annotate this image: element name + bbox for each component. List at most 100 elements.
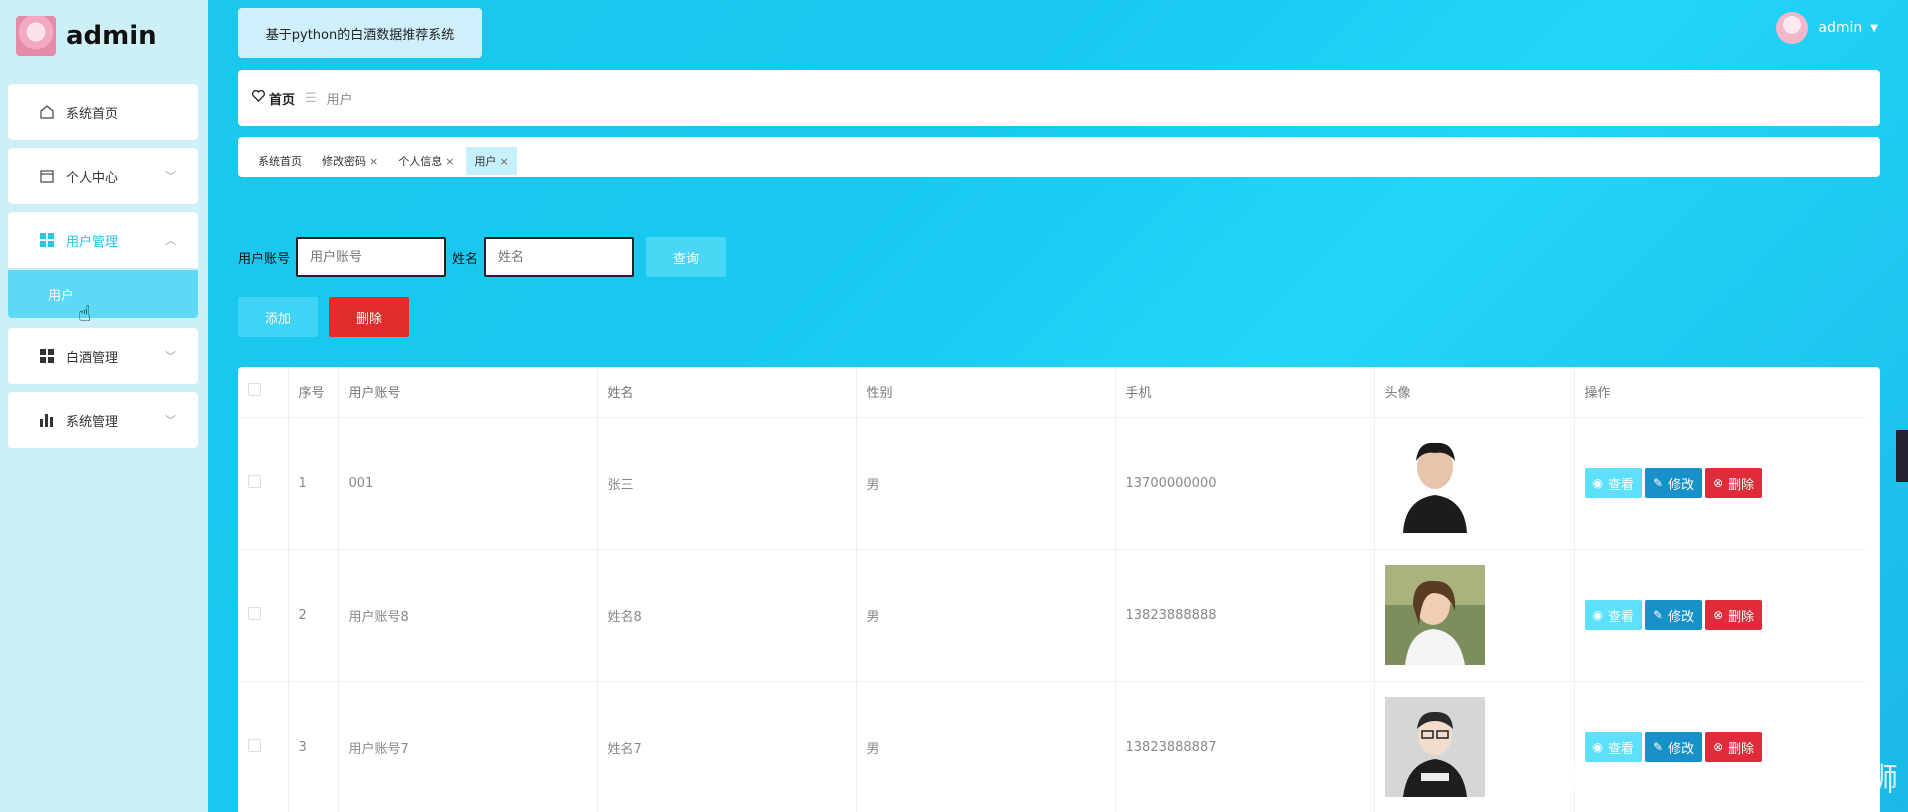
eye-icon: ◉ — [1592, 740, 1603, 754]
edit-button[interactable]: ✎ 修改 — [1645, 600, 1703, 630]
name-cell: 姓名7 — [597, 681, 857, 812]
tag-label: 修改密码 — [322, 155, 366, 168]
account-cell: 001 — [338, 417, 598, 550]
index-cell: 1 — [288, 417, 339, 550]
gender-cell: 男 — [856, 417, 1116, 550]
sidebar-item-user-management[interactable]: 用户管理 ︿ — [8, 212, 198, 268]
sidebar-item-home[interactable]: 系统首页 — [8, 84, 198, 140]
view-button[interactable]: ◉ 查看 — [1584, 600, 1642, 630]
sidebar-item-label: 系统管理 — [66, 414, 119, 430]
pencil-icon: ✎ — [1653, 608, 1664, 622]
breadcrumb-current: 用户 — [326, 92, 353, 108]
search-form: 用户账号 姓名 查询 — [238, 237, 727, 277]
grid-icon — [38, 231, 56, 249]
close-icon[interactable]: × — [369, 155, 378, 168]
column-header: 序号 — [288, 367, 339, 418]
pencil-icon: ✎ — [1653, 476, 1664, 490]
close-icon[interactable]: × — [499, 155, 508, 168]
delete-button[interactable]: ⊗ 删除 — [1705, 600, 1763, 630]
view-label: 查看 — [1607, 609, 1634, 625]
close-icon[interactable]: × — [445, 155, 454, 168]
delete-label: 删除 — [1728, 609, 1755, 625]
bar-chart-icon — [38, 411, 56, 429]
user-name: admin — [1818, 20, 1863, 36]
calendar-icon — [38, 167, 56, 185]
close-circle-icon: ⊗ — [1713, 608, 1724, 622]
sidebar-item-system-management[interactable]: 系统管理 ﹀ — [8, 392, 198, 448]
query-button[interactable]: 查询 — [646, 237, 727, 277]
sidebar-item-liquor-management[interactable]: 白酒管理 ﹀ — [8, 328, 198, 384]
user-table: 序号 用户账号 姓名 性别 手机 头像 操作 1 001 张三 男 137000… — [238, 367, 1880, 812]
avatar-cell — [1374, 549, 1575, 682]
user-menu[interactable]: admin ▼ — [1776, 12, 1878, 44]
user-avatar-photo — [1384, 433, 1485, 533]
edit-button[interactable]: ✎ 修改 — [1645, 468, 1703, 498]
tag-label: 用户 — [474, 155, 497, 168]
table-header-row: 序号 用户账号 姓名 性别 手机 头像 操作 — [238, 367, 1866, 418]
column-header: 性别 — [856, 367, 1116, 418]
edit-label: 修改 — [1668, 609, 1695, 625]
select-all-checkbox[interactable] — [248, 383, 261, 397]
gender-cell: 男 — [856, 681, 1116, 812]
table-row: 2 用户账号8 姓名8 男 13823888888 ◉ 查看 ✎ 修改 ⊗ 删除 — [238, 549, 1866, 682]
view-label: 查看 — [1607, 477, 1634, 493]
brand-logo — [16, 16, 56, 56]
sidebar-item-label: 白酒管理 — [66, 350, 119, 366]
heart-icon — [252, 89, 265, 106]
breadcrumb-separator: ☰ — [305, 90, 317, 106]
row-select-cell — [238, 549, 289, 682]
batch-delete-button[interactable]: 删除 — [329, 297, 409, 337]
tag-change-password[interactable]: 修改密码 × — [314, 147, 386, 175]
column-header: 用户账号 — [338, 367, 598, 418]
tag-user[interactable]: 用户 × — [466, 147, 517, 175]
chevron-down-icon: ﹀ — [165, 350, 176, 363]
name-cell: 张三 — [597, 417, 857, 550]
brand-name: admin — [66, 21, 157, 51]
sidebar-item-label: 系统首页 — [66, 106, 119, 122]
add-button[interactable]: 添加 — [238, 297, 318, 337]
account-input[interactable] — [296, 237, 447, 277]
sidebar-subitem-user[interactable]: 用户 — [8, 270, 198, 318]
view-button[interactable]: ◉ 查看 — [1584, 468, 1642, 498]
row-checkbox[interactable] — [248, 474, 261, 488]
grid-icon — [38, 347, 56, 365]
delete-label: 删除 — [1728, 477, 1755, 493]
close-circle-icon: ⊗ — [1713, 740, 1724, 754]
system-title: 基于python的白酒数据推荐系统 — [238, 8, 482, 58]
watermark: CSDN @Java_IoT 攻诚狮 — [1526, 760, 1898, 798]
index-cell: 3 — [288, 681, 339, 812]
delete-button[interactable]: ⊗ 删除 — [1705, 468, 1763, 498]
index-cell: 2 — [288, 549, 339, 682]
side-panel-handle[interactable] — [1896, 430, 1908, 482]
account-cell: 用户账号8 — [338, 549, 598, 682]
gender-cell: 男 — [856, 549, 1116, 682]
chevron-down-icon: ﹀ — [165, 414, 176, 427]
ops-cell: ◉ 查看 ✎ 修改 ⊗ 删除 — [1574, 549, 1866, 682]
column-header: 头像 — [1374, 367, 1575, 418]
tag-home[interactable]: 系统首页 — [250, 147, 310, 175]
row-checkbox[interactable] — [248, 738, 261, 752]
chevron-up-icon: ︿ — [165, 234, 176, 247]
breadcrumb-home[interactable]: 首页 — [269, 89, 295, 108]
system-title-text: 基于python的白酒数据推荐系统 — [265, 27, 455, 43]
sidebar: admin 系统首页 个人中心 ﹀ 用户管理 ︿ 用户 白酒管理 ﹀ 系统管理 … — [0, 0, 208, 812]
eye-icon: ◉ — [1592, 476, 1603, 490]
tag-profile[interactable]: 个人信息 × — [390, 147, 462, 175]
column-header: 操作 — [1574, 367, 1866, 418]
chevron-down-icon: ﹀ — [165, 170, 176, 183]
column-header: 手机 — [1115, 367, 1375, 418]
row-select-cell — [238, 681, 289, 812]
phone-cell: 13823888887 — [1115, 681, 1375, 812]
phone-cell: 13823888888 — [1115, 549, 1375, 682]
account-cell: 用户账号7 — [338, 681, 598, 812]
tag-label: 系统首页 — [258, 155, 302, 168]
close-circle-icon: ⊗ — [1713, 476, 1724, 490]
pencil-icon: ✎ — [1653, 740, 1664, 754]
row-checkbox[interactable] — [248, 606, 261, 620]
sidebar-item-label: 个人中心 — [66, 170, 119, 186]
eye-icon: ◉ — [1592, 608, 1603, 622]
select-all-cell — [238, 367, 289, 418]
name-input[interactable] — [484, 237, 635, 277]
caret-down-icon: ▼ — [1870, 22, 1878, 34]
sidebar-item-profile[interactable]: 个人中心 ﹀ — [8, 148, 198, 204]
